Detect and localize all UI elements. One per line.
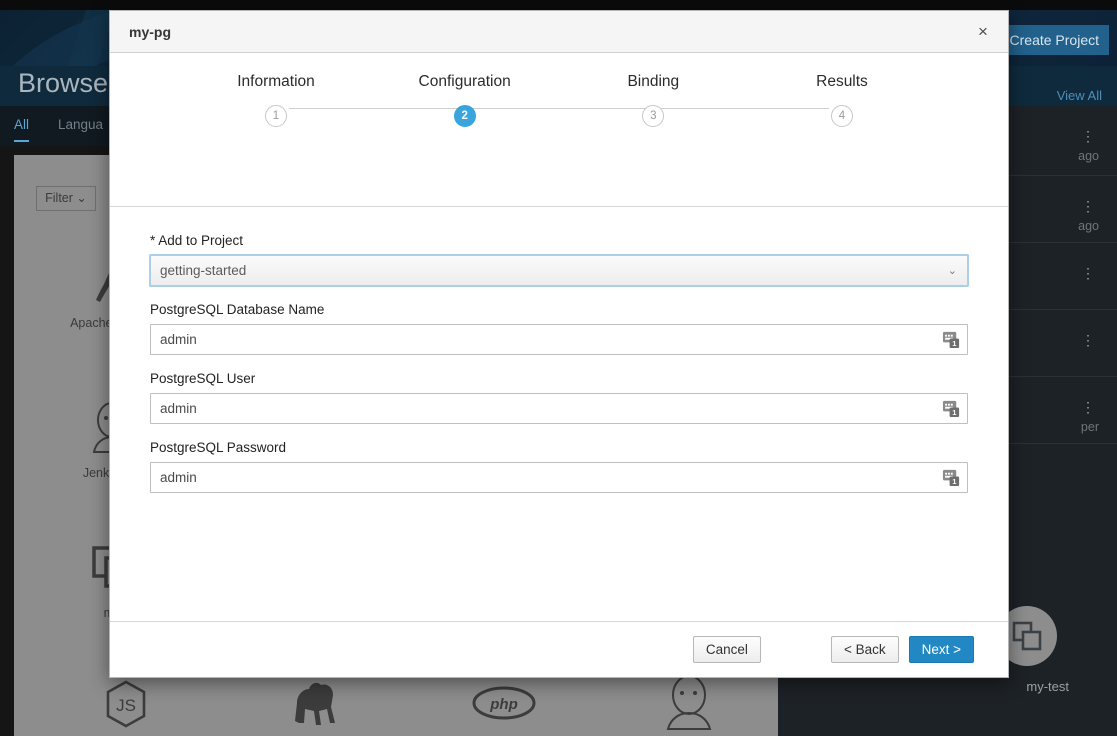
wizard-form: * Add to Project getting-started ⌄ Postg… (110, 207, 1008, 621)
wizard-step-information[interactable]: Information 1 (196, 73, 356, 127)
next-button[interactable]: Next > (908, 636, 974, 663)
field-db-user: PostgreSQL User 1 (150, 371, 968, 424)
modal-footer: Cancel < Back Next > (110, 621, 1008, 677)
step-label: Results (816, 73, 868, 90)
close-icon[interactable]: × (972, 21, 994, 43)
add-to-project-label: * Add to Project (150, 233, 244, 248)
password-manager-icon[interactable]: 1 (942, 399, 961, 418)
screen: Create Project Browse C View All All Lan… (0, 0, 1117, 736)
back-button[interactable]: < Back (830, 636, 899, 663)
db-name-input[interactable] (150, 324, 968, 355)
step-label: Binding (627, 73, 680, 90)
wizard-step-results[interactable]: Results 4 (762, 73, 922, 127)
db-password-input[interactable] (150, 462, 968, 493)
wizard-step-binding[interactable]: Binding 3 (573, 73, 733, 127)
modal-header: my-pg × (110, 11, 1008, 53)
step-label: Configuration (418, 73, 511, 90)
db-user-label: PostgreSQL User (150, 371, 256, 386)
wizard-steps: Information 1 Configuration 2 Binding 3 … (110, 53, 1008, 207)
field-db-password: PostgreSQL Password 1 (150, 440, 968, 493)
cancel-button[interactable]: Cancel (692, 636, 761, 663)
add-to-project-select[interactable]: getting-started (149, 254, 969, 287)
step-number: 4 (830, 105, 853, 127)
wizard-step-configuration[interactable]: Configuration 2 (385, 73, 545, 127)
field-add-to-project: * Add to Project getting-started ⌄ (149, 233, 969, 287)
provision-wizard-modal: my-pg × Information 1 Configuration 2 Bi… (109, 10, 1009, 678)
db-password-label: PostgreSQL Password (150, 440, 287, 455)
steps-connector-line (289, 108, 829, 109)
step-number: 3 (642, 105, 665, 127)
field-db-name: PostgreSQL Database Name 1 (150, 302, 968, 355)
modal-title: my-pg (129, 23, 171, 40)
db-user-input[interactable] (150, 393, 968, 424)
password-manager-icon[interactable]: 1 (942, 330, 961, 349)
step-number: 1 (265, 105, 287, 127)
db-name-label: PostgreSQL Database Name (150, 302, 325, 317)
step-number: 2 (453, 105, 476, 127)
step-label: Information (237, 73, 315, 90)
password-manager-icon[interactable]: 1 (942, 468, 961, 487)
